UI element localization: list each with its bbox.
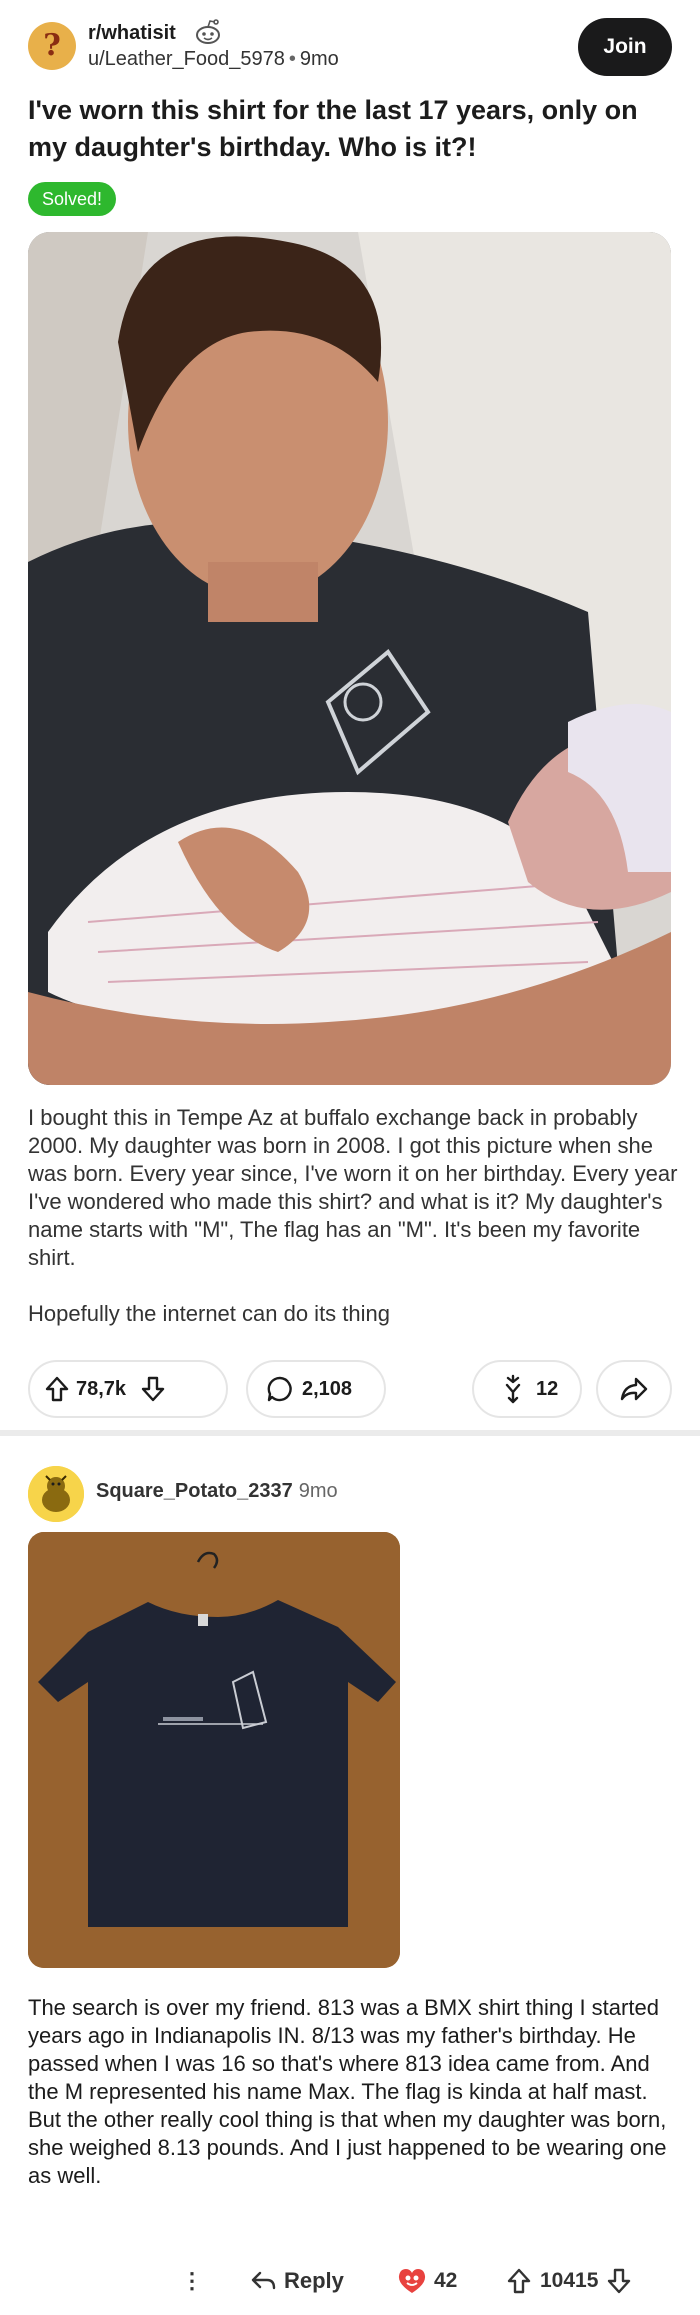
post-image[interactable]: [28, 232, 671, 1085]
commenter-avatar[interactable]: [28, 1466, 84, 1522]
comment-upvote-count: 10415: [540, 2269, 599, 2292]
comment-icon: [267, 1376, 292, 1402]
snoo-icon: [196, 19, 220, 44]
post-body-paragraph: I bought this in Tempe Az at buffalo exc…: [28, 1105, 678, 1270]
award-icon: [505, 1374, 521, 1404]
post-flair: Solved!: [28, 182, 117, 216]
comment-body: The search is over my friend. 813 was a …: [28, 1995, 667, 2188]
comment-award-count: 42: [434, 2269, 458, 2292]
potato-avatar-icon: [28, 1466, 84, 1522]
post-age: 9mo: [299, 48, 339, 70]
post-header: ? r/whatisit u/Leather_Food_5978 • 9mo Joi…: [28, 18, 672, 78]
shirt-photo: [28, 1532, 400, 1968]
reply-label: Reply: [284, 2268, 344, 2293]
downvote-icon[interactable]: [606, 2267, 632, 2295]
comment-action-bar: ⋮ Reply 42 10415: [0, 2256, 700, 2306]
award-count: 12: [536, 1377, 559, 1400]
upvote-count: 78,7k: [76, 1377, 127, 1400]
comment-age: 9mo: [298, 1480, 338, 1502]
reply-button[interactable]: Reply: [250, 2262, 344, 2300]
downvote-icon[interactable]: [140, 1375, 166, 1403]
comment-meta: Square_Potato_2337 9mo: [96, 1480, 338, 1503]
post-author[interactable]: u/Leather_Food_5978: [88, 48, 285, 70]
upvote-icon[interactable]: [506, 2267, 532, 2295]
award-button[interactable]: 12: [472, 1360, 582, 1418]
share-button[interactable]: [596, 1360, 672, 1418]
comment-vote-control: 10415: [506, 2262, 632, 2300]
post-card: ? r/whatisit u/Leather_Food_5978 • 9mo Joi…: [0, 0, 700, 1430]
post-meta: u/Leather_Food_5978 • 9mo: [88, 48, 339, 70]
join-button[interactable]: Join: [578, 18, 672, 76]
post-body: I bought this in Tempe Az at buffalo exc…: [28, 1104, 678, 1328]
post-body-paragraph: Hopefully the internet can do its thing: [28, 1301, 391, 1326]
comments-button[interactable]: 2,108: [246, 1360, 386, 1418]
commenter-name[interactable]: Square_Potato_2337: [96, 1480, 293, 1502]
more-options-icon[interactable]: ⋮: [180, 2264, 204, 2298]
reply-icon: [251, 2271, 276, 2290]
comment-card: Square_Potato_2337 9mo The search is over…: [0, 1436, 700, 2315]
question-mark-icon: ?: [43, 28, 61, 63]
heart-award-icon: [398, 2269, 426, 2293]
subreddit-name[interactable]: r/whatisit: [88, 22, 176, 45]
man-holding-baby-photo: [28, 232, 671, 1085]
comment-image[interactable]: [28, 1532, 400, 1968]
comment-count: 2,108: [302, 1377, 353, 1400]
share-icon: [620, 1377, 648, 1401]
subreddit-avatar[interactable]: ?: [28, 22, 76, 70]
upvote-icon[interactable]: [44, 1375, 70, 1403]
vote-control: 78,7k: [28, 1360, 228, 1418]
post-title[interactable]: I've worn this shirt for the last 17 yea…: [28, 92, 668, 166]
comment-award[interactable]: 42: [396, 2262, 457, 2300]
post-action-bar: 78,7k 2,108 12: [28, 1360, 672, 1418]
